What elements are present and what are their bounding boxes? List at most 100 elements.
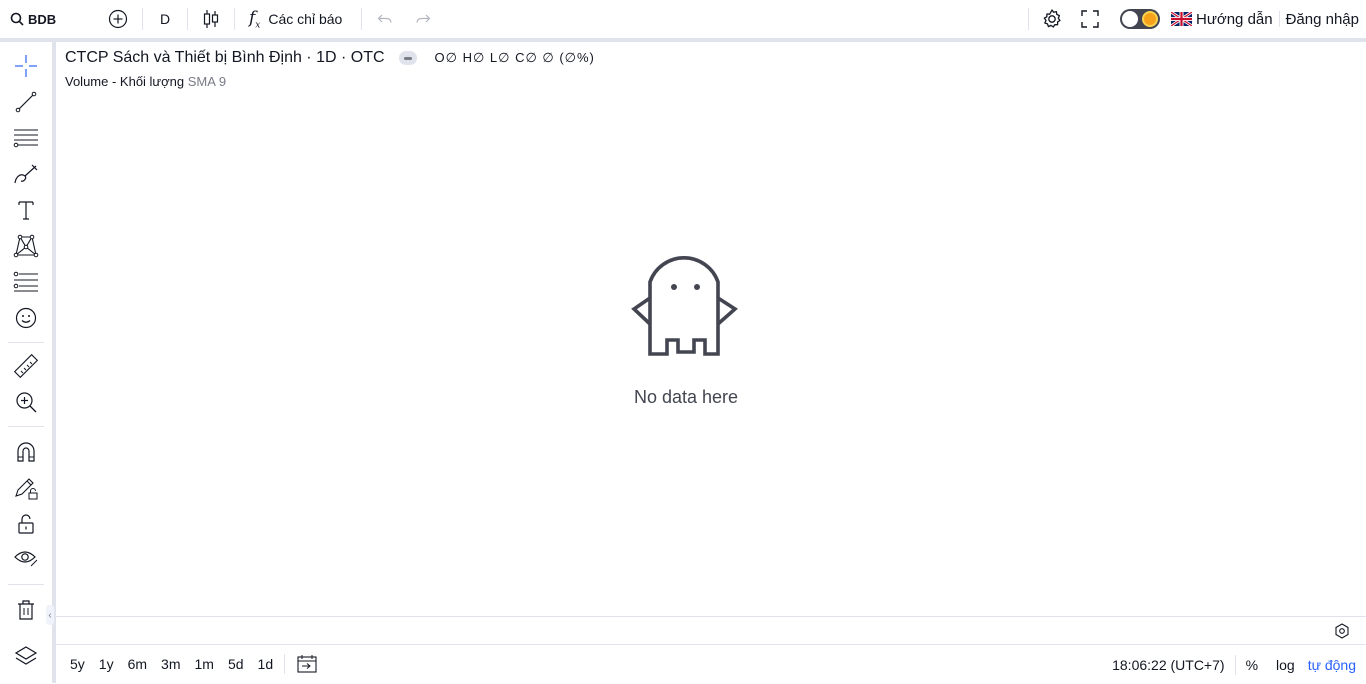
ruler-icon bbox=[13, 353, 39, 379]
minus-icon bbox=[403, 56, 412, 60]
trend-line-icon bbox=[15, 91, 37, 113]
toggle-knob bbox=[1122, 11, 1138, 27]
lock-all-tool[interactable] bbox=[8, 508, 44, 540]
lock-drawing-icon bbox=[15, 478, 38, 500]
legend-collapse-button[interactable] bbox=[398, 51, 417, 65]
empty-state-message: No data here bbox=[633, 387, 739, 407]
prediction-tool[interactable] bbox=[8, 266, 44, 298]
guide-button[interactable]: Hướng dẫn bbox=[1170, 0, 1273, 38]
login-label: Đăng nhập bbox=[1285, 10, 1359, 28]
range-3m[interactable]: 3m bbox=[154, 656, 187, 672]
search-icon bbox=[10, 12, 24, 26]
goto-date-button[interactable] bbox=[297, 655, 317, 673]
divider bbox=[1234, 654, 1236, 675]
fib-tool[interactable] bbox=[8, 122, 44, 154]
trend-line-tool[interactable] bbox=[8, 86, 44, 118]
fullscreen-icon bbox=[1081, 10, 1099, 28]
pattern-icon bbox=[13, 234, 39, 258]
zoom-in-icon bbox=[16, 392, 37, 413]
axis-settings-button[interactable] bbox=[1334, 623, 1350, 644]
range-1m[interactable]: 1m bbox=[188, 656, 221, 672]
brush-icon bbox=[14, 164, 38, 184]
percent-toggle[interactable]: % bbox=[1246, 657, 1258, 673]
eye-icon bbox=[14, 551, 38, 567]
range-1d[interactable]: 1d bbox=[251, 656, 281, 672]
range-5d[interactable]: 5d bbox=[221, 656, 251, 672]
magnet-icon bbox=[17, 442, 35, 462]
emoji-tool[interactable] bbox=[8, 302, 44, 334]
guide-label: Hướng dẫn bbox=[1196, 10, 1273, 28]
ruler-tool[interactable] bbox=[8, 350, 44, 382]
divider bbox=[361, 8, 362, 30]
lock-icon bbox=[18, 514, 34, 534]
settings-button[interactable] bbox=[1029, 0, 1075, 38]
object-tree-tool[interactable] bbox=[8, 640, 44, 672]
interval-label: D bbox=[159, 11, 171, 27]
indicators-button[interactable]: fx Các chỉ báo bbox=[249, 0, 361, 38]
ohlc-values: O∅ H∅ L∅ C∅ ∅ (∅%) bbox=[434, 50, 595, 65]
volume-legend: Volume - Khối lượng SMA 9 bbox=[65, 74, 226, 89]
indicators-label: Các chỉ báo bbox=[268, 11, 343, 27]
empty-state: No data here bbox=[616, 242, 756, 408]
chart-type-button[interactable] bbox=[188, 0, 234, 38]
bottom-toolbar: 5y 1y 6m 3m 1m 5d 1d 18:06:22 (UTC+7) % … bbox=[56, 644, 1366, 683]
text-tool[interactable] bbox=[8, 194, 44, 226]
brush-tool[interactable] bbox=[8, 158, 44, 190]
emoji-icon bbox=[15, 307, 37, 329]
time-axis[interactable] bbox=[56, 616, 1366, 644]
divider bbox=[234, 8, 235, 30]
series-legend: CTCP Sách và Thiết bị Bình Định · 1D · O… bbox=[65, 49, 595, 67]
interval-button[interactable]: D bbox=[143, 0, 187, 38]
uk-flag-icon bbox=[1170, 10, 1193, 28]
hide-drawings-tool[interactable] bbox=[8, 542, 44, 574]
hexagon-gear-icon bbox=[1335, 623, 1349, 639]
calendar-goto-icon bbox=[297, 655, 317, 673]
pattern-tool[interactable] bbox=[8, 230, 44, 262]
gear-icon bbox=[1043, 9, 1061, 28]
sun-icon bbox=[1144, 13, 1156, 25]
symbol-label: BDB bbox=[28, 11, 57, 27]
drawing-toolbar bbox=[0, 42, 52, 683]
divider bbox=[1278, 11, 1280, 27]
delete-drawings-tool[interactable] bbox=[8, 594, 44, 626]
clock-time[interactable]: 18:06:22 (UTC+7) bbox=[1112, 657, 1224, 673]
trash-icon bbox=[18, 600, 34, 620]
redo-icon bbox=[416, 14, 431, 23]
symbol-search-button[interactable]: BDB bbox=[10, 0, 100, 38]
text-icon bbox=[18, 201, 34, 220]
crosshair-tool[interactable] bbox=[8, 50, 44, 82]
range-5y[interactable]: 5y bbox=[63, 656, 92, 672]
zoom-in-tool[interactable] bbox=[8, 386, 44, 418]
chevron-left-icon: ‹ bbox=[48, 609, 52, 621]
layers-icon bbox=[14, 646, 38, 665]
theme-toggle[interactable] bbox=[1119, 0, 1161, 38]
bottom-right-controls: 18:06:22 (UTC+7) % log tự động bbox=[1112, 645, 1356, 684]
divider bbox=[284, 654, 286, 674]
plus-circle-icon bbox=[108, 9, 128, 29]
ghost-icon bbox=[631, 256, 738, 356]
redo-button[interactable] bbox=[404, 0, 442, 38]
log-toggle[interactable]: log bbox=[1276, 657, 1295, 673]
volume-label: Volume - Khối lượng bbox=[65, 74, 185, 89]
collapse-sidebar-button[interactable]: ‹ bbox=[46, 605, 54, 625]
fib-icon bbox=[13, 129, 38, 148]
compare-button[interactable] bbox=[100, 0, 136, 38]
series-title: CTCP Sách và Thiết bị Bình Định · 1D · O… bbox=[65, 49, 385, 66]
fullscreen-button[interactable] bbox=[1075, 0, 1105, 38]
undo-button[interactable] bbox=[366, 0, 404, 38]
candles-icon bbox=[203, 10, 219, 28]
top-toolbar: BDB D fx Các chỉ báo Hướng dẫn Đăng nhập bbox=[0, 0, 1366, 38]
volume-sma: SMA 9 bbox=[187, 74, 227, 89]
prediction-icon bbox=[13, 271, 38, 292]
divider bbox=[8, 426, 44, 427]
magnet-tool[interactable] bbox=[8, 436, 44, 468]
auto-scale-toggle[interactable]: tự động bbox=[1308, 657, 1356, 673]
login-button[interactable]: Đăng nhập bbox=[1286, 0, 1359, 38]
divider bbox=[8, 584, 44, 585]
lock-drawing-tool[interactable] bbox=[8, 472, 44, 504]
chart-pane[interactable]: CTCP Sách và Thiết bị Bình Định · 1D · O… bbox=[56, 42, 1366, 616]
function-icon: fx bbox=[249, 7, 261, 31]
range-1y[interactable]: 1y bbox=[92, 656, 121, 672]
range-6m[interactable]: 6m bbox=[121, 656, 154, 672]
undo-icon bbox=[377, 14, 392, 23]
